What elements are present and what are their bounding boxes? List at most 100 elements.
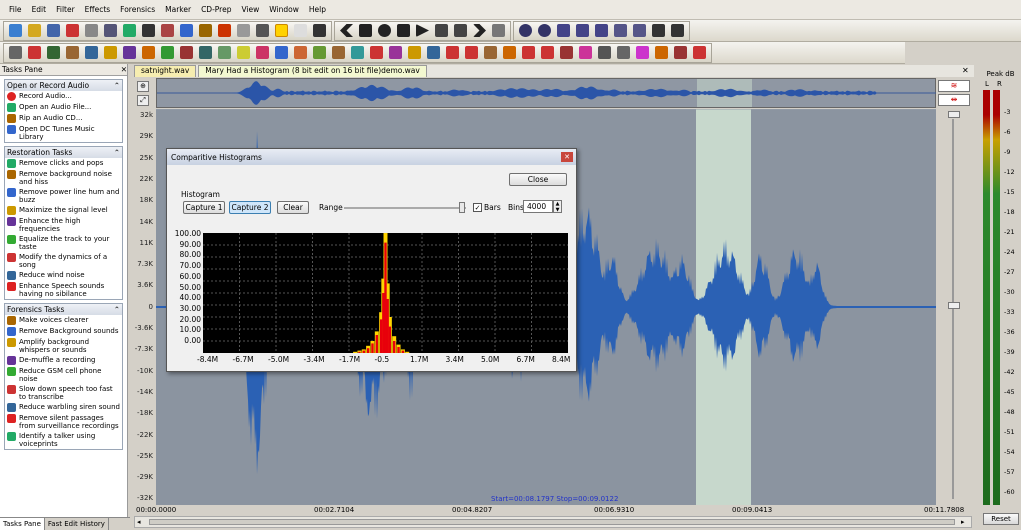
task-item[interactable]: De-muffle a recording xyxy=(5,355,122,366)
vertical-zoom-thumb-top[interactable] xyxy=(948,111,960,118)
effect-2-icon[interactable] xyxy=(47,46,60,59)
effect-4-icon[interactable] xyxy=(85,46,98,59)
close-file-icon[interactable]: ✕ xyxy=(962,66,969,75)
scroll-thumb[interactable] xyxy=(149,519,955,525)
effect-3-icon[interactable] xyxy=(66,46,79,59)
zoom-restore-icon[interactable] xyxy=(614,24,627,37)
collapse-channels-icon[interactable]: ≋ xyxy=(938,80,970,92)
task-item[interactable]: Make voices clearer xyxy=(5,315,122,326)
effect-10-icon[interactable] xyxy=(199,46,212,59)
menu-file[interactable]: File xyxy=(4,5,27,14)
new-file-icon[interactable] xyxy=(9,24,22,37)
save-icon[interactable] xyxy=(47,24,60,37)
task-item[interactable]: Amplify background whispers or sounds xyxy=(5,337,122,355)
effect-26-icon[interactable] xyxy=(541,46,554,59)
menu-marker[interactable]: Marker xyxy=(160,5,196,14)
zoom-fit-icon[interactable] xyxy=(633,24,646,37)
task-group-header[interactable]: Restoration Tasks ⌃ xyxy=(5,147,122,158)
task-item[interactable]: Enhance the high frequencies xyxy=(5,216,122,234)
menu-effects[interactable]: Effects xyxy=(80,5,116,14)
capture-2-button[interactable]: Capture 2 xyxy=(229,201,271,214)
close-icon[interactable]: ✕ xyxy=(121,65,127,74)
effect-34-icon[interactable] xyxy=(693,46,706,59)
task-item[interactable]: Remove Background sounds xyxy=(5,326,122,337)
task-item[interactable]: Enhance Speech sounds having no sibilanc… xyxy=(5,281,122,299)
scroll-left-icon[interactable]: ◂ xyxy=(137,518,145,526)
effect-22-icon[interactable] xyxy=(427,46,440,59)
bins-spinner[interactable]: ▲ ▼ xyxy=(553,200,562,213)
menu-view[interactable]: View xyxy=(236,5,264,14)
scroll-right-icon[interactable]: ▸ xyxy=(961,518,969,526)
effect-5-icon[interactable] xyxy=(104,46,117,59)
open-file-icon[interactable] xyxy=(28,24,41,37)
stop-icon[interactable] xyxy=(397,24,410,37)
task-item[interactable]: Remove power line hum and buzz xyxy=(5,187,122,205)
fast-forward-icon[interactable] xyxy=(473,24,486,37)
loop-icon[interactable] xyxy=(454,24,467,37)
vst-icon[interactable] xyxy=(446,46,459,59)
play-selection-icon[interactable] xyxy=(435,24,448,37)
expand-channels-icon[interactable]: ⇹ xyxy=(938,94,970,106)
waveform-overview[interactable] xyxy=(156,78,937,108)
bins-input[interactable]: 4000 xyxy=(523,200,553,213)
paste-icon[interactable] xyxy=(104,24,117,37)
vst-chain-icon[interactable] xyxy=(465,46,478,59)
zoom-vertical-icon[interactable] xyxy=(595,24,608,37)
effect-17-icon[interactable] xyxy=(332,46,345,59)
task-item[interactable]: Modify the dynamics of a song xyxy=(5,252,122,270)
task-item[interactable]: Reduce wind noise xyxy=(5,270,122,281)
pause-icon[interactable] xyxy=(359,24,372,37)
task-group-header[interactable]: Open or Record Audio ⌃ xyxy=(5,80,122,91)
channel-left-icon[interactable] xyxy=(652,24,665,37)
task-item[interactable]: Reduce GSM cell phone noise xyxy=(5,366,122,384)
effect-12-icon[interactable] xyxy=(237,46,250,59)
zoom-in-small-icon[interactable]: ⊕ xyxy=(137,81,149,92)
effect-20-icon[interactable] xyxy=(389,46,402,59)
effect-25-icon[interactable] xyxy=(522,46,535,59)
vertical-zoom-thumb-center[interactable] xyxy=(948,302,960,309)
effect-27-icon[interactable] xyxy=(560,46,573,59)
task-item[interactable]: Identify a talker using voiceprints xyxy=(5,431,122,449)
effect-28-icon[interactable] xyxy=(579,46,592,59)
grid-icon[interactable] xyxy=(294,24,307,37)
effect-9-icon[interactable] xyxy=(180,46,193,59)
trim-icon[interactable] xyxy=(123,24,136,37)
record-icon[interactable] xyxy=(378,24,391,37)
clear-button[interactable]: Clear xyxy=(277,201,309,214)
effect-32-icon[interactable] xyxy=(655,46,668,59)
play-icon[interactable] xyxy=(416,24,429,37)
task-item[interactable]: Remove clicks and pops xyxy=(5,158,122,169)
task-item[interactable]: Open DC Tunes Music Library xyxy=(5,124,122,142)
task-group-header[interactable]: Forensics Tasks ⌃ xyxy=(5,304,122,315)
gear-icon[interactable] xyxy=(313,24,326,37)
task-item[interactable]: Remove silent passages from surveillance… xyxy=(5,413,122,431)
tab-mary-histogram[interactable]: Mary Had a Histogram (8 bit edit on 16 b… xyxy=(198,65,427,77)
meter-reset-button[interactable]: Reset xyxy=(983,513,1019,525)
effect-1-icon[interactable] xyxy=(28,46,41,59)
capture-1-button[interactable]: Capture 1 xyxy=(183,201,225,214)
lasso-icon[interactable] xyxy=(161,24,174,37)
range-slider-thumb[interactable] xyxy=(459,202,465,213)
tab-fast-edit-history[interactable]: Fast Edit History xyxy=(45,518,109,530)
tools-icon[interactable] xyxy=(237,24,250,37)
zoom-out-icon[interactable] xyxy=(538,24,551,37)
histogram-icon[interactable] xyxy=(275,24,288,37)
effect-31-icon[interactable] xyxy=(636,46,649,59)
effect-29-icon[interactable] xyxy=(598,46,611,59)
dialog-close-icon[interactable]: ✕ xyxy=(561,152,573,162)
effect-15-icon[interactable] xyxy=(294,46,307,59)
zoom-all-icon[interactable] xyxy=(576,24,589,37)
menu-forensics[interactable]: Forensics xyxy=(115,5,160,14)
effect-13-icon[interactable] xyxy=(256,46,269,59)
menu-cd-prep[interactable]: CD-Prep xyxy=(196,5,236,14)
task-item[interactable]: Rip an Audio CD... xyxy=(5,113,122,124)
task-item[interactable]: Slow down speech too fast to transcribe xyxy=(5,384,122,402)
zoom-in-icon[interactable] xyxy=(519,24,532,37)
menu-filter[interactable]: Filter xyxy=(51,5,80,14)
task-item[interactable]: Maximize the signal level xyxy=(5,205,122,216)
skip-end-icon[interactable] xyxy=(492,24,505,37)
effect-33-icon[interactable] xyxy=(674,46,687,59)
effect-6-icon[interactable] xyxy=(123,46,136,59)
tab-satnight[interactable]: satnight.wav xyxy=(134,65,197,77)
copy-icon[interactable] xyxy=(85,24,98,37)
